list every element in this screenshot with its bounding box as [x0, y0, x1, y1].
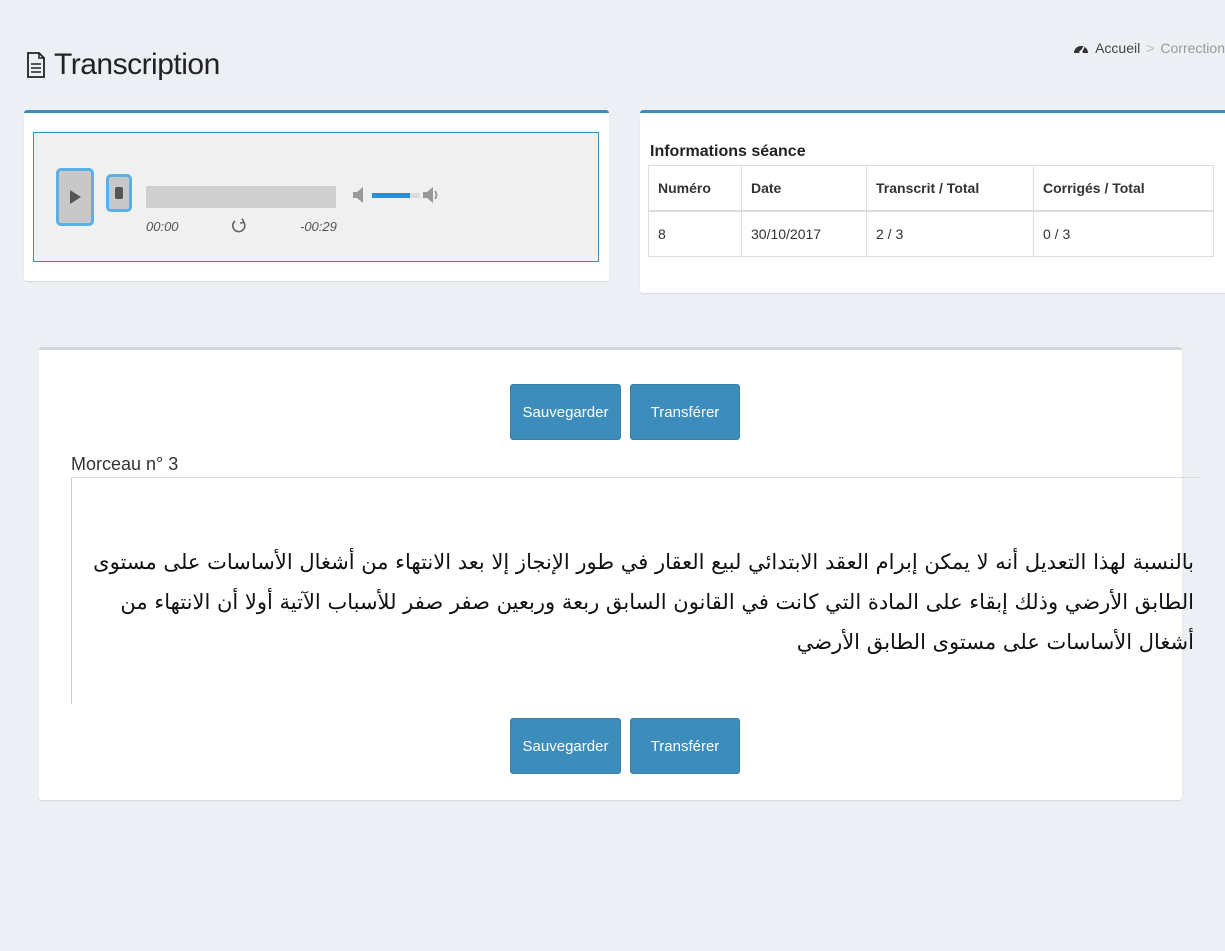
- stop-button[interactable]: [106, 174, 132, 212]
- volume-high-icon[interactable]: [422, 185, 442, 205]
- page-header: Transcription: [26, 48, 220, 82]
- volume-slider[interactable]: [372, 193, 420, 198]
- seek-bar[interactable]: [146, 186, 336, 208]
- cell-date: 30/10/2017: [741, 210, 867, 257]
- repeat-icon[interactable]: [230, 217, 248, 235]
- breadcrumb-home-link[interactable]: Accueil: [1095, 40, 1140, 56]
- current-time: 00:00: [146, 219, 179, 234]
- transcription-editor-box: Sauvegarder Transférer Morceau n° 3 بالن…: [39, 347, 1200, 800]
- transfer-button-top[interactable]: Transférer: [630, 384, 740, 440]
- breadcrumb-separator: >: [1146, 40, 1155, 56]
- remaining-time: -00:29: [300, 219, 337, 234]
- breadcrumb: Accueil > Correction: [1073, 40, 1225, 56]
- session-info-table: Numéro Date Transcrit / Total Corrigés /…: [648, 165, 1214, 257]
- table-header-row: Numéro Date Transcrit / Total Corrigés /…: [648, 165, 1214, 212]
- textarea-border: [71, 478, 72, 704]
- save-button-bottom[interactable]: Sauvegarder: [510, 718, 621, 774]
- transfer-button-bottom[interactable]: Transférer: [630, 718, 740, 774]
- cell-corrected: 0 / 3: [1033, 210, 1214, 257]
- session-info-box: Informations séance Numéro Date Transcri…: [640, 110, 1225, 293]
- column-header-transcribed: Transcrit / Total: [866, 165, 1034, 212]
- audio-player: 00:00 -00:29: [33, 132, 599, 262]
- table-row: 8 30/10/2017 2 / 3 0 / 3: [648, 210, 1214, 257]
- save-button-top[interactable]: Sauvegarder: [510, 384, 621, 440]
- volume-slider-fill: [372, 193, 411, 198]
- cell-number: 8: [648, 210, 742, 257]
- session-info-title: Informations séance: [650, 143, 806, 160]
- breadcrumb-current: Correction: [1160, 40, 1225, 56]
- play-button[interactable]: [56, 168, 94, 226]
- page-title: Transcription: [54, 48, 220, 81]
- volume-low-icon[interactable]: [352, 185, 366, 205]
- cell-transcribed: 2 / 3: [866, 210, 1034, 257]
- column-header-corrected: Corrigés / Total: [1033, 165, 1214, 212]
- file-text-icon: [27, 52, 45, 78]
- dashboard-icon: [1074, 46, 1089, 54]
- column-header-date: Date: [741, 165, 867, 212]
- segment-label: Morceau n° 3: [71, 454, 179, 474]
- stop-icon: [115, 187, 123, 199]
- column-header-number: Numéro: [648, 165, 742, 212]
- play-icon: [69, 190, 81, 204]
- segment-divider: [71, 477, 1200, 478]
- audio-player-box: 00:00 -00:29: [24, 110, 609, 281]
- transcription-textarea[interactable]: بالنسبة لهذا التعديل أنه لا يمكن إبرام ا…: [79, 542, 1194, 662]
